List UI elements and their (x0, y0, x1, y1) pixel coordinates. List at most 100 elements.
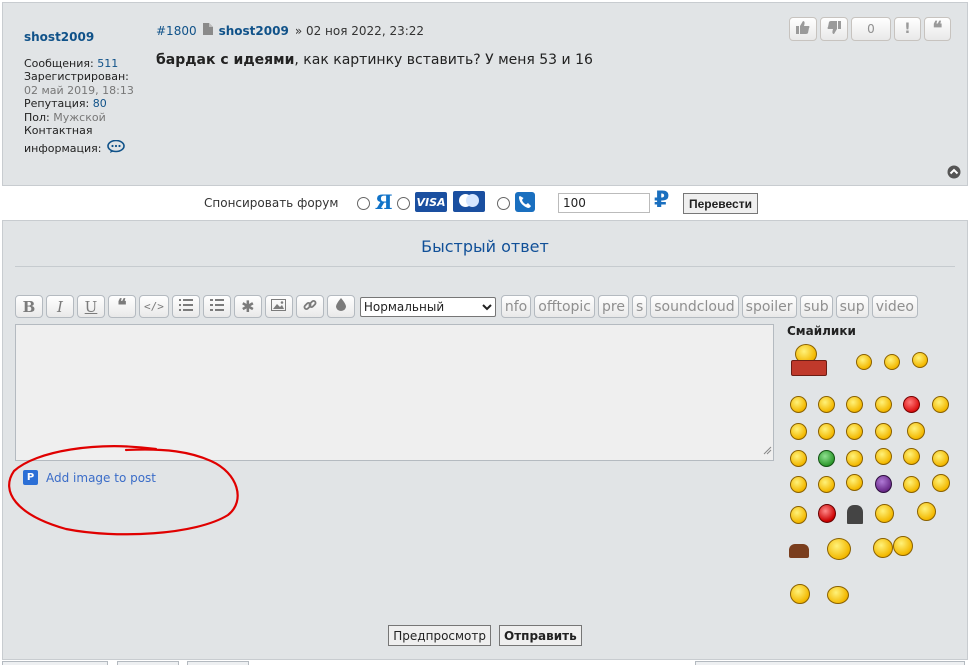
smiley-cowboy-icon[interactable] (932, 474, 950, 492)
smiley-shocked-icon[interactable] (790, 584, 810, 604)
link-icon (303, 298, 317, 316)
red-annotation-ellipse (8, 445, 239, 536)
smiley-shout-icon[interactable] (818, 504, 836, 523)
smiley-thumbs-up-icon[interactable] (846, 450, 863, 467)
list-item-button[interactable]: ✱ (233, 295, 262, 318)
quote-icon: ❝ (932, 18, 943, 39)
smiley-dizzy-icon[interactable] (932, 450, 949, 467)
font-size-selected: Нормальный (363, 299, 445, 314)
posts-count-link[interactable]: 511 (97, 57, 118, 70)
smiley-blush-icon[interactable] (875, 396, 892, 413)
smiley-sad-icon[interactable] (790, 396, 807, 413)
smiley-friends-right-icon[interactable] (893, 536, 913, 556)
smiley-laugh-icon[interactable] (818, 396, 835, 413)
tombstone-icon[interactable] (847, 505, 863, 524)
smiley-angry-icon[interactable] (903, 396, 920, 413)
radio-yandex[interactable] (357, 197, 370, 210)
resize-grip-icon[interactable] (763, 440, 772, 459)
smiley-dance-icon[interactable] (875, 504, 894, 523)
smiley-party-icon[interactable] (827, 538, 851, 560)
post-file-icon (202, 23, 213, 38)
nfo-button[interactable]: nfo (500, 295, 532, 318)
dislike-button[interactable] (820, 17, 848, 41)
sup-button[interactable]: sup (835, 295, 869, 318)
mastercard-logo-icon (453, 191, 485, 212)
smiley-idea-icon[interactable] (790, 506, 807, 524)
smiley-confused-icon[interactable] (846, 396, 863, 413)
pre-button[interactable]: pre (598, 295, 629, 318)
speech-bubble-icon[interactable] (107, 139, 125, 158)
smilies-panel: Смайлики (787, 324, 959, 632)
code-button[interactable]: </> (139, 295, 169, 318)
color-button[interactable] (326, 295, 355, 318)
reputation-label: Репутация: (24, 97, 90, 110)
soundcloud-button[interactable]: soundcloud (650, 295, 739, 318)
bold-button[interactable]: B (15, 295, 43, 318)
smiley-shy-icon[interactable] (846, 474, 863, 491)
accordion-shape (791, 360, 827, 376)
preview-button[interactable]: Предпросмотр (388, 625, 492, 646)
list-button[interactable] (171, 295, 200, 318)
underline-icon: U (84, 297, 98, 316)
smiley-friends-left-icon[interactable] (873, 538, 893, 558)
smiley-thinking-icon[interactable] (917, 502, 936, 521)
smiley-evil-icon[interactable] (903, 448, 920, 465)
smiley-girl-icon[interactable] (875, 475, 892, 493)
contact-label-line1: Контактная (24, 124, 93, 137)
strike-button[interactable]: s (631, 295, 648, 318)
post-author-link[interactable]: shost2009 (219, 24, 289, 38)
smiley-crazy-icon[interactable] (903, 476, 920, 493)
color-icon (335, 298, 346, 315)
image-button[interactable] (264, 295, 293, 318)
offtopic-button[interactable]: offtopic (534, 295, 595, 318)
quote-button[interactable]: ❝ (108, 295, 136, 318)
sub-button[interactable]: sub (799, 295, 833, 318)
contact-label-line2: информация: (24, 141, 102, 155)
font-size-select[interactable]: Нормальный (359, 296, 496, 317)
radio-phone[interactable] (497, 197, 510, 210)
like-button[interactable] (789, 17, 817, 41)
smiley-tongue-icon[interactable] (790, 476, 807, 493)
post-actions: 0 ! ❝ (789, 17, 951, 41)
sponsor-label: Спонсировать форум (204, 196, 339, 210)
report-button[interactable]: ! (894, 17, 921, 41)
reputation-value[interactable]: 80 (93, 97, 107, 110)
smiley-smile-icon[interactable] (884, 354, 900, 370)
video-button[interactable]: video (871, 295, 918, 318)
smiley-thumbs-down-icon[interactable] (875, 448, 892, 465)
smiley-scared-icon[interactable] (818, 476, 835, 493)
message-textarea[interactable] (15, 324, 774, 461)
post-number-link[interactable]: #1800 (156, 24, 197, 38)
ordered-list-button[interactable] (202, 295, 231, 318)
submit-button[interactable]: Отправить (499, 625, 582, 646)
underline-button[interactable]: U (77, 295, 105, 318)
smiley-wink-icon[interactable] (912, 352, 928, 368)
chevron-down-icon (482, 300, 492, 314)
quote-button[interactable]: ❝ (924, 17, 951, 41)
back-to-top-button[interactable] (947, 164, 961, 183)
smiley-sleeping-icon[interactable] (827, 586, 849, 604)
amount-input[interactable] (558, 193, 650, 213)
transfer-button[interactable]: Перевести (683, 193, 758, 214)
profile-username[interactable]: shost2009 (24, 30, 149, 45)
list-icon (178, 298, 193, 315)
smiley-neutral-icon[interactable] (875, 423, 892, 440)
add-image-link[interactable]: P Add image to post (23, 470, 156, 485)
registered-label: Зарегистрирован: (24, 70, 129, 83)
bottom-strip (0, 660, 974, 665)
smiley-surprised-icon[interactable] (790, 450, 807, 467)
smiley-question-icon[interactable] (907, 422, 925, 440)
smiley-moon-icon[interactable] (846, 423, 863, 440)
italic-button[interactable]: I (46, 295, 74, 318)
smiley-cool-icon[interactable] (932, 396, 949, 413)
post-content-text: , как картинку вставить? У меня 53 и 16 (294, 52, 593, 68)
smiley-happy-icon[interactable] (790, 423, 807, 440)
smiley-sick-icon[interactable] (818, 450, 835, 467)
smiley-worried-icon[interactable] (818, 423, 835, 440)
smiley-grin-icon[interactable] (856, 354, 872, 370)
chevron-up-icon (947, 164, 961, 183)
poop-icon[interactable] (789, 544, 809, 558)
link-button[interactable] (295, 295, 324, 318)
radio-visa[interactable] (397, 197, 410, 210)
spoiler-button[interactable]: spoiler (741, 295, 797, 318)
